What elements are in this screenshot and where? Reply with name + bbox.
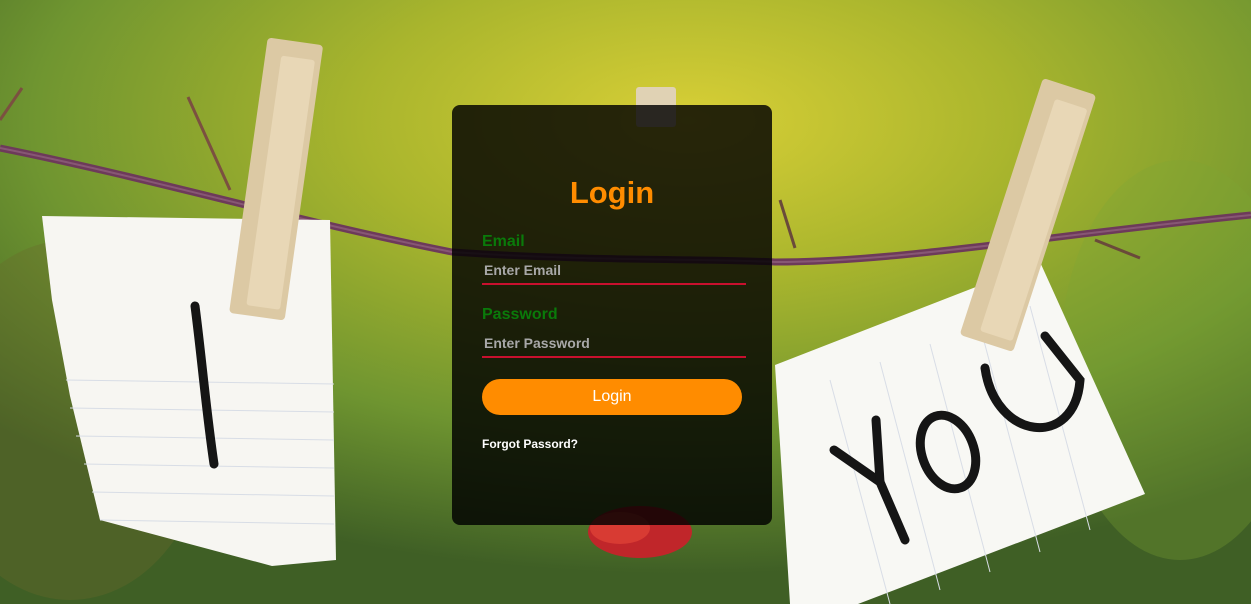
login-title: Login <box>569 175 655 210</box>
password-input[interactable] <box>482 330 746 358</box>
login-button[interactable]: Login <box>482 379 742 415</box>
email-input[interactable] <box>482 257 746 285</box>
password-label: Password <box>482 306 558 323</box>
login-card: Login Email Password Login Forgot Passor… <box>452 105 772 525</box>
email-label: Email <box>482 233 525 250</box>
forgot-password-link[interactable]: Forgot Passord? <box>482 437 578 451</box>
